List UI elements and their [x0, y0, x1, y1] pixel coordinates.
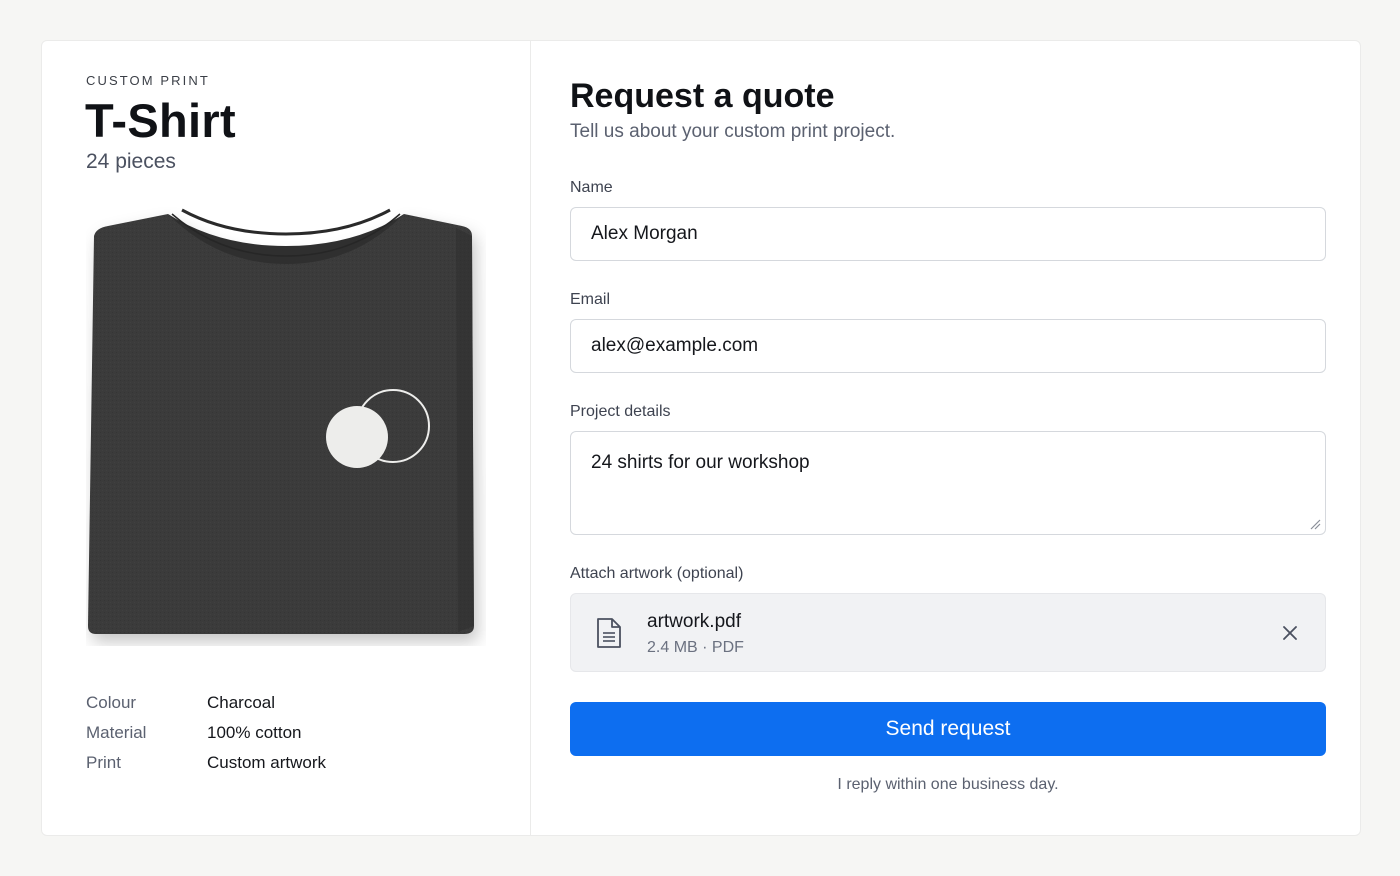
project-details-label: Project details: [570, 403, 671, 420]
email-label: Email: [570, 291, 611, 308]
quote-form: Request a quote Tell us about your custo…: [531, 41, 1360, 835]
form-subtitle: Tell us about your custom print project.: [570, 121, 896, 142]
product-specs: Colour Charcoal Material 100% cotton Pri…: [86, 693, 326, 772]
spec-label-material: Material: [86, 723, 147, 742]
product-panel: CUSTOM PRINT T-Shirt 24 pieces Colour Ch…: [42, 41, 531, 835]
spec-value-material: 100% cotton: [207, 723, 302, 742]
document-icon: [597, 618, 621, 648]
spec-value-colour: Charcoal: [207, 693, 276, 712]
close-icon: [1283, 626, 1297, 640]
folded-tshirt-icon: [88, 208, 474, 634]
spec-value-print: Custom artwork: [207, 753, 327, 772]
project-details-field: 24 shirts for our workshop: [570, 431, 1326, 535]
resize-handle-icon[interactable]: [1309, 518, 1321, 530]
product-eyebrow: CUSTOM PRINT: [86, 73, 210, 88]
spec-label-print: Print: [86, 753, 121, 772]
attachment-file-meta: 2.4 MB · PDF: [647, 639, 744, 656]
project-details-textarea[interactable]: 24 shirts for our workshop: [571, 432, 1325, 534]
remove-attachment-button[interactable]: [1279, 622, 1301, 644]
form-title: Request a quote: [570, 77, 835, 115]
send-request-button[interactable]: Send request: [570, 702, 1326, 756]
name-label: Name: [570, 179, 613, 196]
attachment-item: artwork.pdf 2.4 MB · PDF: [570, 593, 1326, 672]
product-quantity: 24 pieces: [86, 150, 176, 173]
name-input[interactable]: [570, 207, 1326, 261]
quote-card: CUSTOM PRINT T-Shirt 24 pieces Colour Ch…: [41, 40, 1361, 836]
attach-artwork-label: Attach artwork (optional): [570, 565, 744, 582]
email-input[interactable]: [570, 319, 1326, 373]
reply-note: I reply within one business day.: [837, 776, 1059, 793]
spec-label-colour: Colour: [86, 693, 137, 712]
product-title: T-Shirt: [85, 94, 236, 147]
attachment-file-name: artwork.pdf: [647, 611, 741, 632]
